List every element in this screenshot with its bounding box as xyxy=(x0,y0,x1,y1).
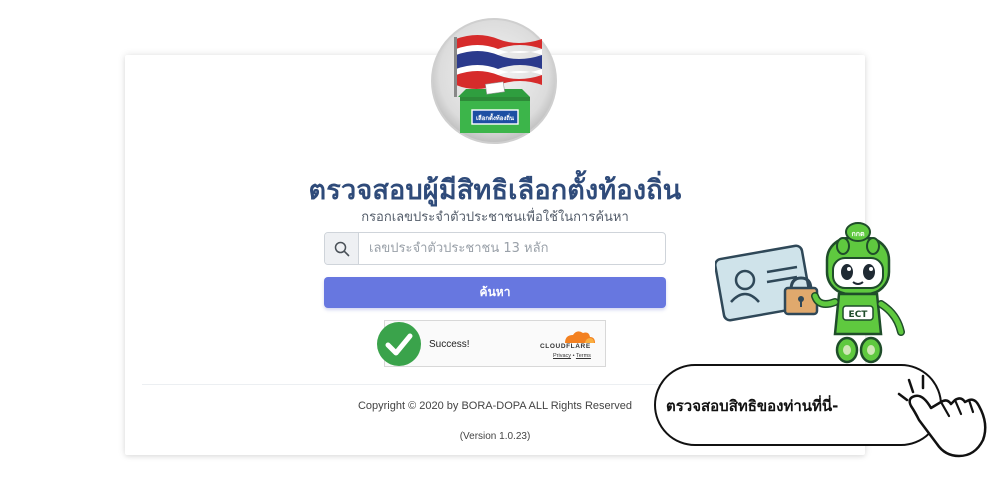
callout-text: ตรวจสอบสิทธิของท่านที่นี่- xyxy=(666,397,839,415)
page: เลือกตั้งท้องถิ่น ตรวจสอบผู้มีสิทธิเลือก… xyxy=(0,0,1000,480)
copyright-text: Copyright © 2020 by BORA-DOPA ALL Rights… xyxy=(357,400,633,412)
ect-mascot-illustration: กกต ECT xyxy=(715,222,905,364)
search-addon xyxy=(325,233,359,264)
national-id-input[interactable] xyxy=(359,233,665,264)
ballot-box-icon xyxy=(458,81,530,133)
search-button[interactable]: ค้นหา xyxy=(324,277,666,308)
mascot-badge-text: ECT xyxy=(849,310,869,320)
success-check-icon xyxy=(377,322,421,366)
mascot-character: กกต ECT xyxy=(811,222,905,364)
link-separator: • xyxy=(572,353,575,359)
terms-link[interactable]: Terms xyxy=(576,353,591,359)
page-title: ตรวจสอบผู้มีสิทธิเลือกตั้งท้องถิ่น xyxy=(308,175,682,206)
captcha-widget[interactable]: Success! CLOUDFLARE Privacy • Terms xyxy=(377,320,606,367)
page-subtitle: กรอกเลขประจำตัวประชาชนเพื่อใช้ในการค้นหา xyxy=(361,210,629,225)
captcha-status: Success! xyxy=(429,339,470,350)
version-text: (Version 1.0.23) xyxy=(459,431,531,442)
captcha-links: Privacy • Terms xyxy=(553,353,591,359)
pointing-hand-icon xyxy=(897,374,987,458)
search-icon xyxy=(334,241,349,256)
election-logo: เลือกตั้งท้องถิ่น xyxy=(431,18,557,144)
cloudflare-brand: CLOUDFLARE xyxy=(540,343,591,350)
privacy-link[interactable]: Privacy xyxy=(553,353,571,359)
id-search-group xyxy=(324,232,666,265)
check-rights-callout[interactable]: ตรวจสอบสิทธิของท่านที่นี่- xyxy=(654,364,994,464)
mascot-head-text: กกต xyxy=(851,230,864,238)
